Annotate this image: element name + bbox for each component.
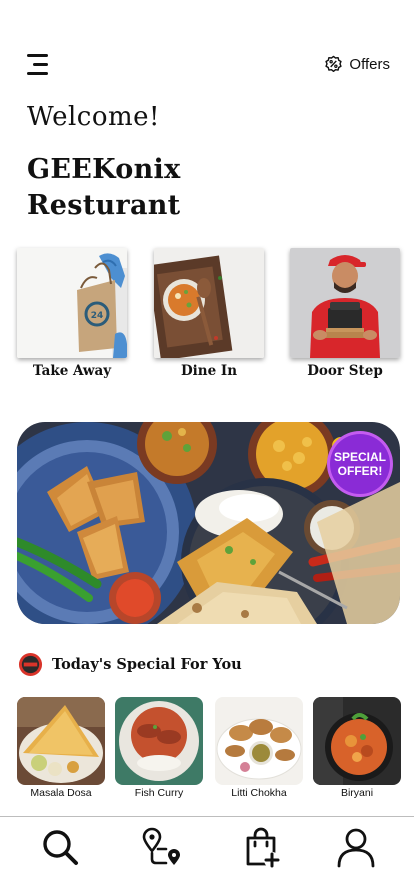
bottom-navigation: [0, 816, 414, 896]
special-item-biryani[interactable]: Biryani: [313, 697, 401, 799]
take-away-label: Take Away: [32, 363, 112, 379]
door-step-image: [290, 248, 400, 358]
dine-in-image: [154, 248, 264, 358]
badge-line1: SPECIAL: [333, 450, 386, 464]
special-item-masala-dosa[interactable]: Masala Dosa: [17, 697, 105, 799]
discount-badge-icon: [325, 55, 343, 72]
service-modes: 24 Take Away Dine In Door Step: [0, 248, 414, 388]
litti-chokha-label: Litti Chokha: [231, 787, 287, 799]
special-offer-banner[interactable]: SPECIAL OFFER!: [17, 422, 400, 624]
todays-special-title: Today's Special For You: [52, 655, 242, 673]
welcome-text: Welcome!: [27, 102, 161, 132]
masala-dosa-image: [17, 697, 105, 785]
restaurant-name-line2: Resturant: [27, 190, 181, 221]
badge-line2: OFFER!: [337, 464, 383, 478]
fish-curry-label: Fish Curry: [134, 787, 184, 799]
todays-special-list: Masala Dosa Fish Curry Litti Chokha Biry…: [0, 697, 414, 807]
biryani-image: [313, 697, 401, 785]
special-item-fish-curry[interactable]: Fish Curry: [115, 697, 203, 799]
svg-text:24: 24: [91, 311, 104, 321]
door-step-label: Door Step: [307, 363, 383, 379]
location-route-icon: [142, 827, 180, 865]
special-item-litti-chokha[interactable]: Litti Chokha: [215, 697, 303, 799]
offers-label: Offers: [349, 55, 390, 73]
fish-curry-image: [115, 697, 203, 785]
biryani-label: Biryani: [340, 787, 374, 799]
restaurant-name-line1: GEEKonix: [27, 154, 181, 185]
dine-in-card[interactable]: Dine In: [154, 248, 264, 379]
nav-search-button[interactable]: [38, 825, 82, 869]
top-bar: Offers: [0, 50, 414, 80]
offers-button[interactable]: Offers: [324, 52, 390, 76]
special-offer-icon: [18, 652, 43, 676]
search-icon: [43, 830, 78, 865]
door-step-card[interactable]: Door Step: [290, 248, 400, 379]
special-offer-badge: SPECIAL OFFER!: [330, 434, 390, 494]
todays-special-header: Today's Special For You: [18, 651, 242, 677]
shopping-bag-add-icon: [246, 827, 280, 868]
nav-location-button[interactable]: [139, 825, 183, 869]
dine-in-label: Dine In: [180, 363, 238, 379]
masala-dosa-label: Masala Dosa: [30, 787, 92, 799]
take-away-image: 24: [17, 248, 127, 358]
litti-chokha-image: [215, 697, 303, 785]
hamburger-menu-icon[interactable]: [27, 54, 51, 76]
take-away-card[interactable]: 24 Take Away: [17, 248, 127, 379]
nav-profile-button[interactable]: [334, 825, 378, 869]
nav-cart-button[interactable]: [240, 825, 284, 869]
user-profile-icon: [337, 828, 375, 868]
restaurant-name: GEEKonix Resturant: [27, 152, 180, 224]
